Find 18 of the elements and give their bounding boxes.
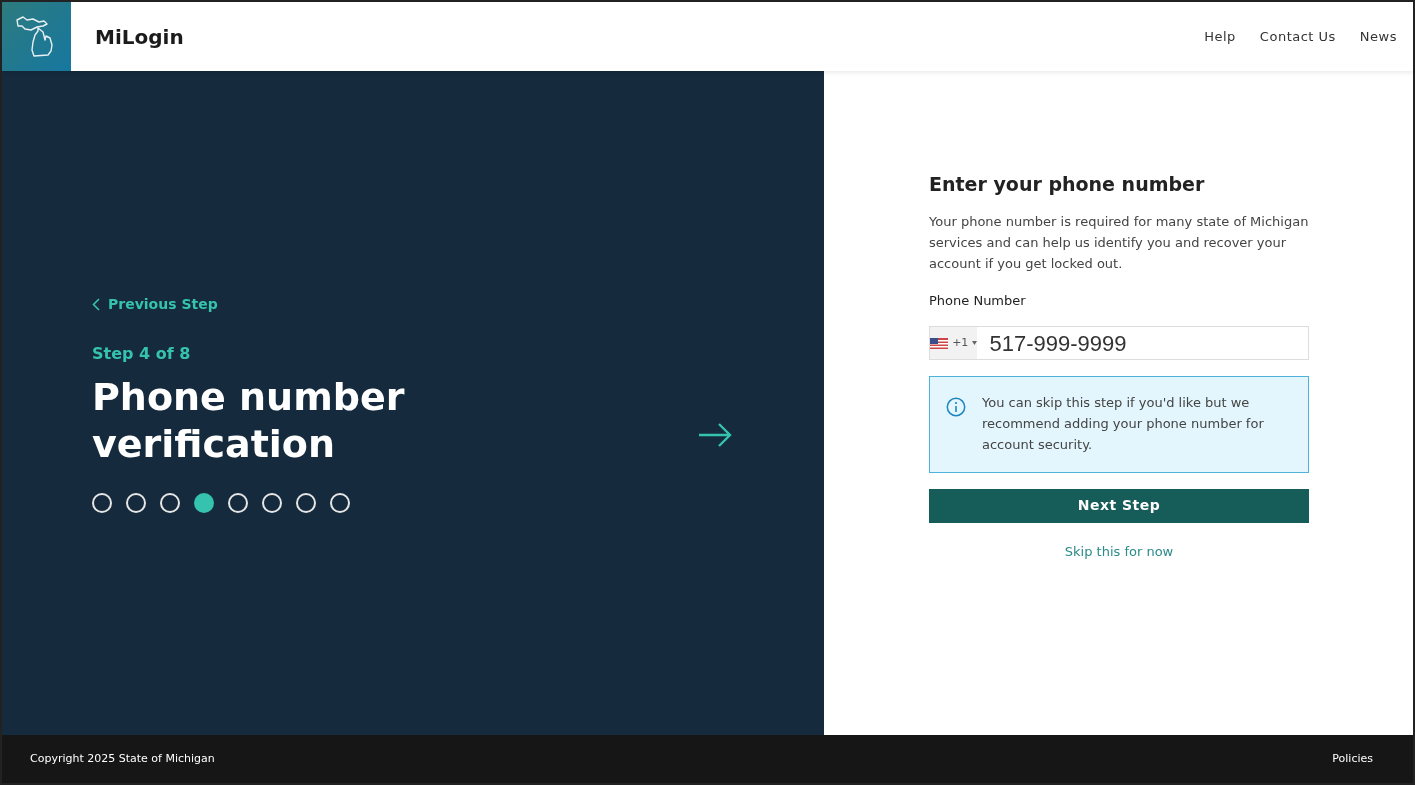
policies-link[interactable]: Policies	[1332, 750, 1373, 768]
form-heading: Enter your phone number	[929, 173, 1206, 197]
skip-link[interactable]: Skip this for now	[1064, 543, 1174, 559]
arrow-right-icon	[698, 423, 732, 447]
next-step-button[interactable]: Next Step	[929, 488, 1309, 523]
info-icon	[946, 397, 966, 418]
notice-text: You can skip this step if you'd like but we recommend adding your phone number for account security.	[982, 394, 1265, 454]
step-counter: Step 4 of 8	[92, 342, 192, 365]
copyright-text: Copyright 2025 State of Michigan	[30, 750, 215, 767]
field-label: Phone Number	[929, 291, 1027, 310]
brand-name: MiLogin	[95, 23, 184, 51]
description-text: Your phone number is required for many state of Michigan services and can help us identify you and recover your account if you get locked out.	[929, 213, 1309, 273]
nav-link[interactable]: Help	[1204, 26, 1236, 47]
page-title: Phone number verification	[92, 373, 406, 468]
nav-link[interactable]: Contact Us	[1259, 26, 1336, 47]
nav-link[interactable]: News	[1359, 26, 1397, 47]
chevron-left-icon	[92, 297, 100, 311]
previous-step-link[interactable]: Previous Step	[92, 293, 218, 315]
